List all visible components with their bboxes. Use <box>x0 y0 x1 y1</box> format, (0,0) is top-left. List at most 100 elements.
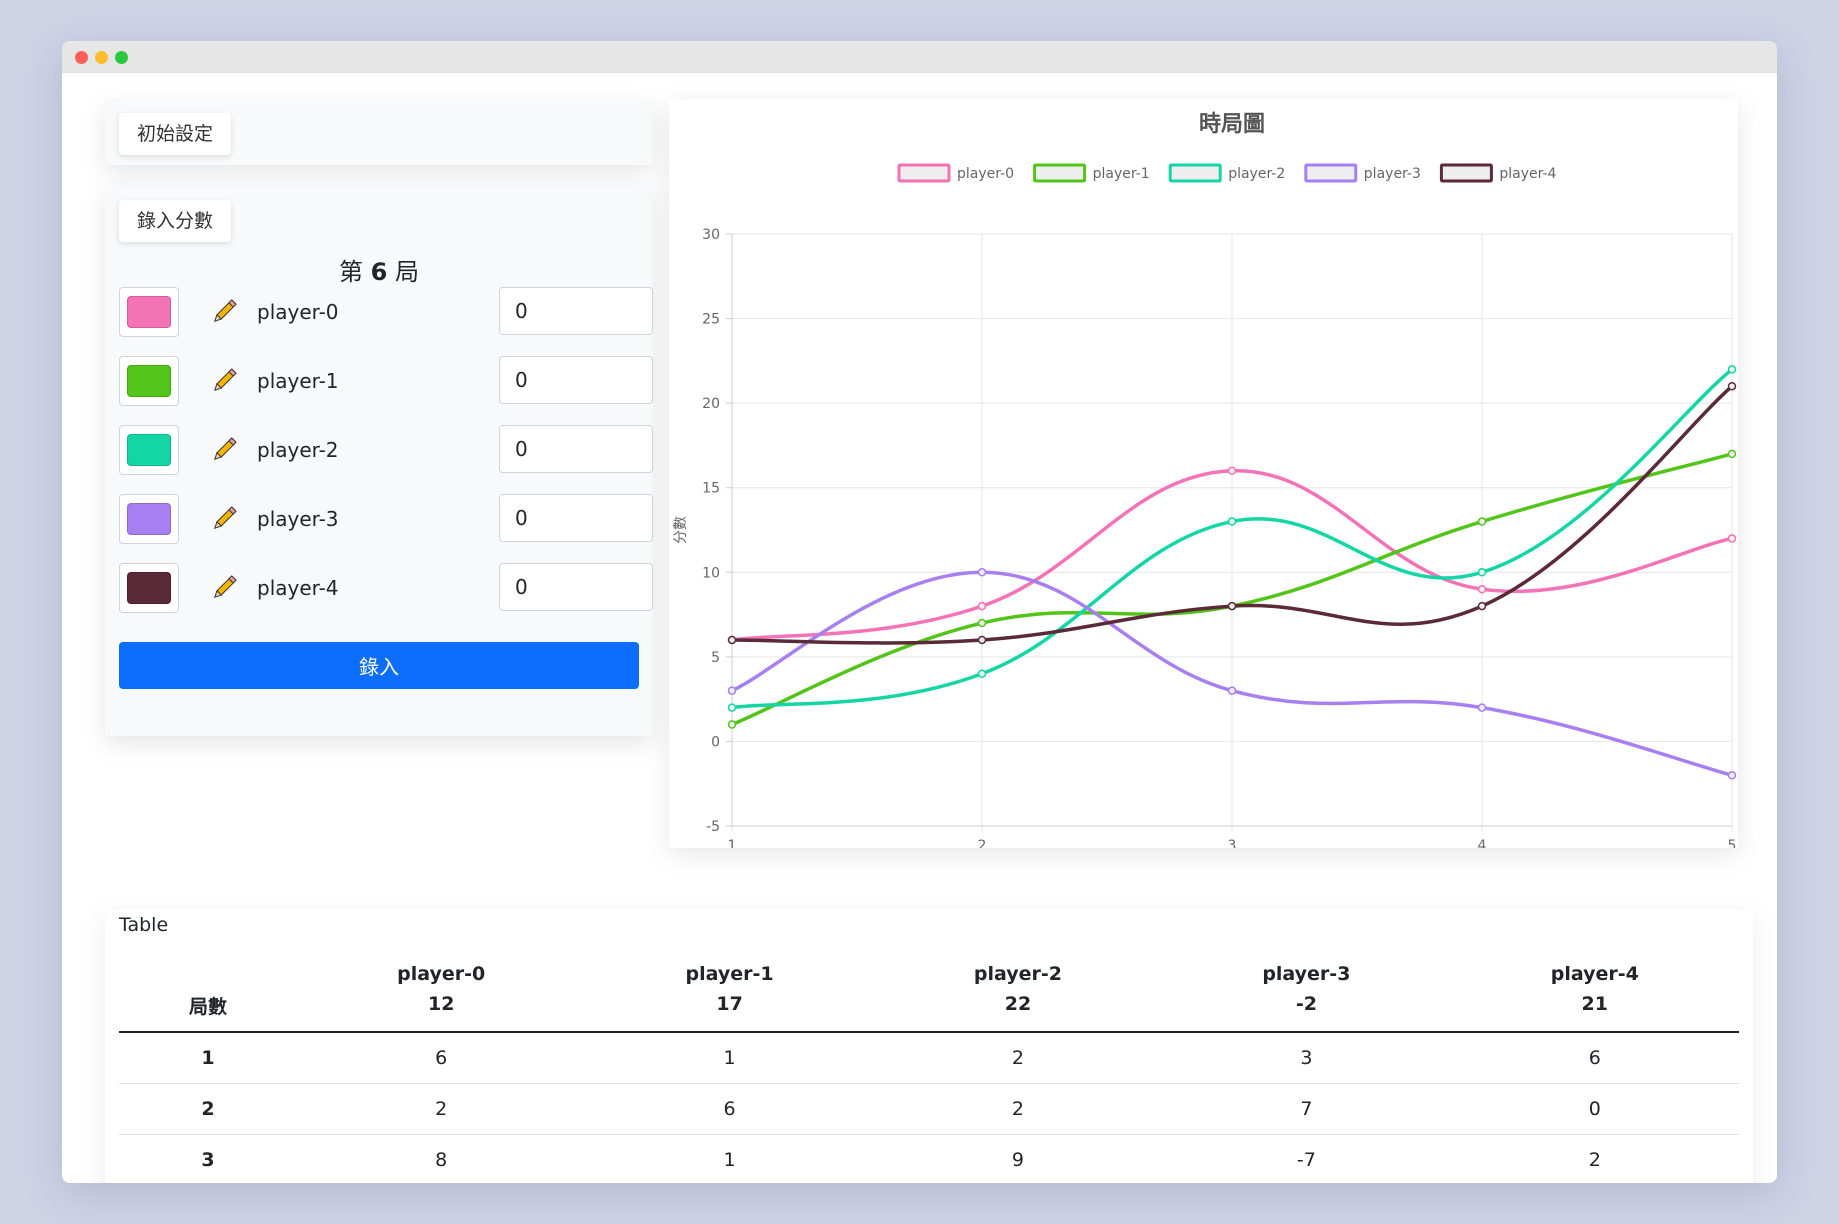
color-picker[interactable] <box>119 356 179 406</box>
data-point <box>977 669 987 679</box>
y-tick-label: 20 <box>702 396 720 412</box>
player-row: player-2 <box>119 425 653 475</box>
player-name: player-4 <box>257 576 339 600</box>
legend-label: player-2 <box>1228 166 1285 182</box>
pencil-icon[interactable] <box>211 299 237 325</box>
color-picker[interactable] <box>119 425 179 475</box>
data-point <box>1727 381 1737 391</box>
data-point <box>727 686 737 695</box>
score-entry-tab-button[interactable]: 錄入分數 <box>119 200 231 242</box>
pencil-icon[interactable] <box>211 575 237 601</box>
submit-button[interactable]: 錄入 <box>119 642 639 689</box>
score-cell: 2 <box>1450 1134 1739 1183</box>
data-point <box>727 720 737 729</box>
score-cell: -7 <box>1162 1134 1451 1183</box>
color-swatch <box>127 365 171 397</box>
player-header: player-2 22 <box>873 946 1163 1033</box>
player-header-name: player-0 <box>397 962 486 985</box>
minimize-window-button[interactable] <box>95 51 108 64</box>
table-row: 3 8 1 9 -7 2 <box>119 1134 1739 1183</box>
player-name: player-2 <box>257 438 339 462</box>
data-point <box>1227 601 1237 611</box>
player-header-total: 17 <box>716 992 743 1015</box>
x-tick-label: 2 <box>978 838 987 848</box>
pencil-icon[interactable] <box>211 437 237 463</box>
browser-window: 初始設定 錄入分數 第 6 局 player-0 player-1 player… <box>62 41 1777 1183</box>
round-cell: 3 <box>119 1134 297 1183</box>
score-input[interactable] <box>499 494 653 542</box>
color-swatch <box>127 503 171 535</box>
player-header-total: 22 <box>1004 992 1032 1015</box>
data-point <box>1727 771 1737 780</box>
score-input[interactable] <box>499 356 653 404</box>
score-input[interactable] <box>499 425 653 473</box>
y-tick-label: 5 <box>711 650 720 666</box>
maximize-window-button[interactable] <box>115 51 128 64</box>
data-point <box>977 568 987 577</box>
player-header: player-1 17 <box>585 946 874 1033</box>
x-tick-label: 1 <box>728 838 737 848</box>
y-tick-label: 10 <box>702 565 720 581</box>
color-picker[interactable] <box>119 494 179 544</box>
score-input[interactable] <box>499 563 653 611</box>
data-point <box>1477 601 1487 611</box>
data-point <box>1227 517 1237 526</box>
x-tick-label: 4 <box>1478 838 1487 848</box>
color-picker[interactable] <box>119 563 179 613</box>
y-tick-label: 25 <box>702 312 720 328</box>
data-point <box>977 601 987 611</box>
player-header-total: 21 <box>1581 992 1608 1015</box>
score-cell: 8 <box>297 1134 586 1183</box>
table-row: 2 2 6 2 7 0 <box>119 1083 1739 1135</box>
title-bar <box>62 41 1777 73</box>
data-point <box>1727 449 1737 459</box>
score-cell: 6 <box>1450 1032 1739 1084</box>
table-caption: Table <box>119 914 169 936</box>
round-header: 局數 <box>119 946 297 1033</box>
table-row: 1 6 1 2 3 6 <box>119 1032 1739 1084</box>
player-row: player-4 <box>119 563 653 613</box>
data-point <box>1477 584 1487 594</box>
data-point <box>1477 703 1487 712</box>
player-row: player-3 <box>119 494 653 544</box>
score-cell: 3 <box>1162 1032 1451 1084</box>
y-tick-label: -5 <box>706 819 720 835</box>
color-swatch <box>127 434 171 466</box>
score-entry-card: 錄入分數 第 6 局 player-0 player-1 player-2 <box>105 186 653 736</box>
data-point <box>1727 365 1737 374</box>
pencil-icon[interactable] <box>211 506 237 532</box>
score-cell: 1 <box>585 1134 874 1183</box>
y-tick-label: 30 <box>702 227 720 243</box>
x-tick-label: 5 <box>1728 838 1737 848</box>
legend-swatch <box>1439 163 1493 183</box>
round-number: 6 <box>370 258 388 286</box>
close-window-button[interactable] <box>75 51 88 64</box>
line-chart: 時局圖-505101520253012345局數分數player-0player… <box>673 112 1737 880</box>
color-picker[interactable] <box>119 287 179 337</box>
data-point <box>977 618 987 628</box>
scores-table: 局數 player-0 1 2 player-1 17 player-2 22 play… <box>119 946 1739 1183</box>
y-axis-title: 分數 <box>673 516 689 544</box>
score-cell: 1 <box>585 1032 874 1084</box>
table-card: Table 局數 player-0 1 2 player-1 17 player-2 2… <box>105 910 1753 1183</box>
round-suffix: 局 <box>394 258 419 286</box>
player-row: player-1 <box>119 356 653 406</box>
y-tick-label: 15 <box>702 481 720 497</box>
player-header-name: player-4 <box>1550 962 1639 985</box>
player-row: player-0 <box>119 287 653 337</box>
data-point <box>977 635 987 645</box>
legend-swatch <box>1304 163 1358 183</box>
score-input[interactable] <box>499 287 653 335</box>
legend-swatch <box>1168 163 1222 183</box>
score-cell: 6 <box>297 1032 586 1084</box>
pencil-icon[interactable] <box>211 368 237 394</box>
table-header-row: 局數 player-0 12 player-1 17 player-2 22 play… <box>119 946 1739 1033</box>
setup-tab-button[interactable]: 初始設定 <box>119 113 231 155</box>
legend-label: player-3 <box>1364 166 1421 182</box>
player-header-name: player-2 <box>973 962 1063 985</box>
round-cell: 2 <box>119 1083 297 1135</box>
data-point <box>1227 466 1237 476</box>
player-header-name: player-3 <box>1262 962 1351 985</box>
score-cell: 9 <box>873 1134 1163 1183</box>
legend-label: player-1 <box>1093 166 1150 182</box>
